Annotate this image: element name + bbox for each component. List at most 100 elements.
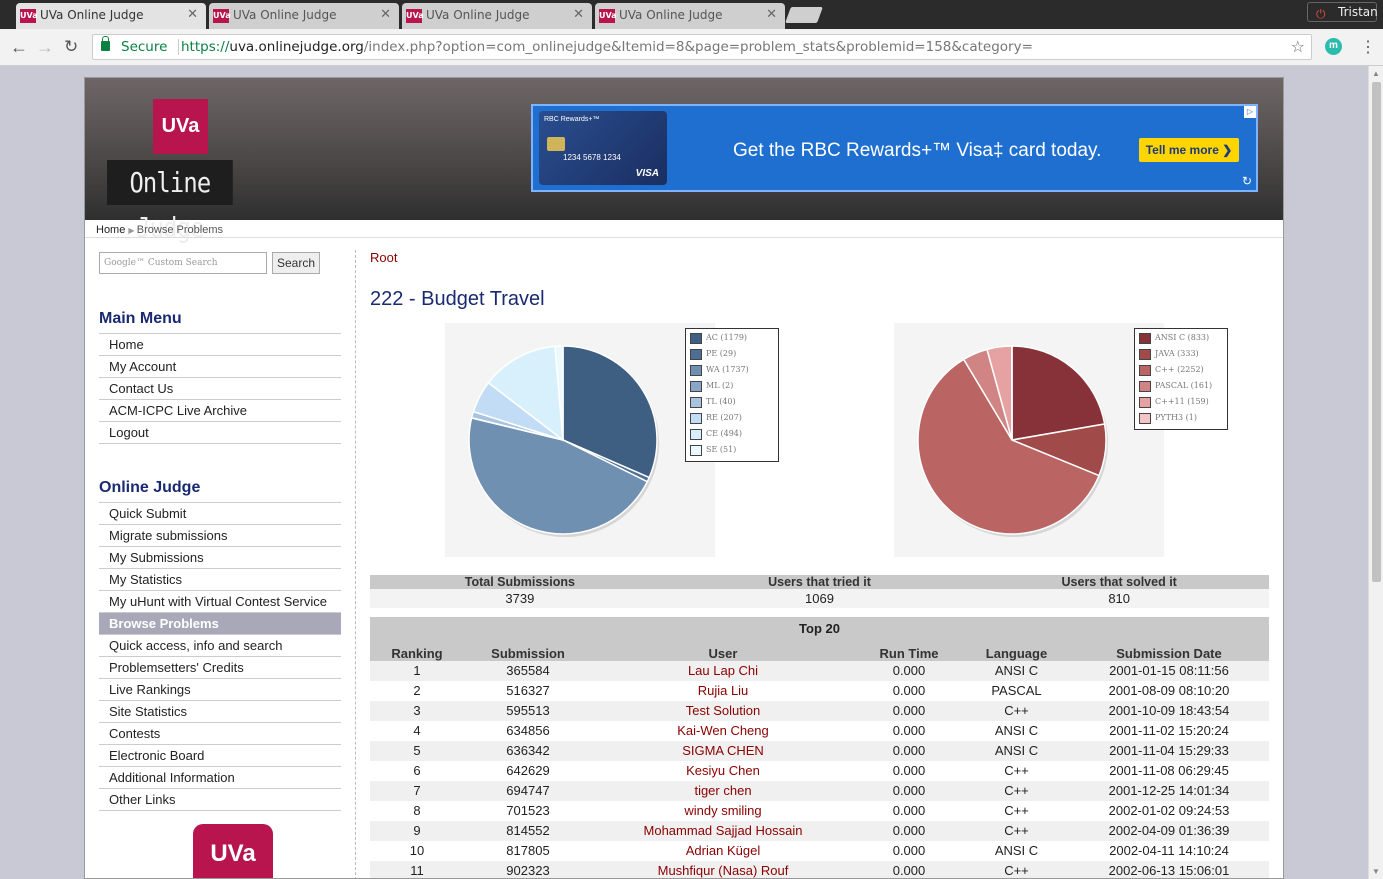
ad-refresh-icon[interactable]: ↻: [1242, 174, 1252, 188]
close-tab-icon[interactable]: ✕: [380, 7, 391, 22]
scrollbar-thumb[interactable]: [1372, 82, 1381, 582]
site-header: UVa Online Judge RBC Rewards+™ 1234 5678…: [85, 78, 1283, 244]
stats-header-row: Total Submissions Users that tried it User…: [370, 575, 1269, 589]
close-tab-icon[interactable]: ✕: [187, 7, 198, 22]
table-cell: 0.000: [892, 763, 926, 778]
menu-item-my-account[interactable]: My Account: [99, 356, 341, 378]
profile-button[interactable]: ⏻ Tristan: [1307, 2, 1378, 22]
menu-item-my-statistics[interactable]: My Statistics: [99, 569, 341, 591]
menu-item-additional-information[interactable]: Additional Information: [99, 767, 341, 789]
user-link[interactable]: Kesiyu Chen: [592, 761, 854, 781]
legend-swatch: [690, 380, 702, 392]
menu-item-other-links[interactable]: Other Links: [99, 789, 341, 811]
online-judge-logo[interactable]: Online Judge: [107, 160, 233, 244]
online-judge-menu-list: Quick Submit Migrate submissions My Submis…: [99, 502, 341, 811]
extension-icon[interactable]: m: [1325, 38, 1342, 55]
table-cell: 2002-01-02 09:24:53: [1108, 803, 1230, 818]
browser-tab[interactable]: UVa UVa Online Judge ✕: [16, 3, 206, 29]
uva-bottom-logo[interactable]: UVa: [193, 824, 273, 878]
menu-item-contact-us[interactable]: Contact Us: [99, 378, 341, 400]
stats-header-cell: Total Submissions: [464, 575, 575, 589]
top20-header-row: Ranking Submission User Run Time Language Sub…: [370, 643, 1269, 661]
breadcrumb-home[interactable]: Home: [96, 224, 125, 236]
menu-item-problemsetters-credits[interactable]: Problemsetters' Credits: [99, 657, 341, 679]
table-row: 6 642629 Kesiyu Chen 0.000 C++ 2001-11-08 06:…: [370, 761, 1269, 781]
table-row: 4 634856 Kai-Wen Cheng 0.000 ANSI C 2001-11-0…: [370, 721, 1269, 741]
table-cell: ANSI C: [994, 663, 1039, 678]
stats-value-cell: 810: [1108, 591, 1131, 606]
table-cell: 2002-04-11 14:10:24: [1109, 843, 1229, 858]
table-cell: 10: [409, 843, 425, 858]
ad-info-icon[interactable]: ▷: [1244, 106, 1256, 118]
url-path: /index.php?option=com_onlinejudge&Itemid…: [363, 39, 1033, 55]
menu-item-home[interactable]: Home: [99, 334, 341, 356]
browser-tab[interactable]: UVa UVa Online Judge ✕: [402, 3, 592, 29]
table-cell: C++: [1004, 763, 1029, 778]
close-tab-icon[interactable]: ✕: [766, 7, 777, 22]
menu-item-logout[interactable]: Logout: [99, 422, 341, 444]
legend-swatch: [690, 332, 702, 344]
breadcrumb-current: Browse Problems: [136, 224, 223, 236]
menu-item-live-rankings[interactable]: Live Rankings: [99, 679, 341, 701]
breadcrumb-divider: [85, 237, 1283, 238]
table-cell: 8: [413, 803, 421, 818]
browser-tab-bar: UVa UVa Online Judge ✕ UVa UVa Online Judge ✕…: [0, 0, 1383, 29]
browser-tab[interactable]: UVa UVa Online Judge ✕: [595, 3, 785, 29]
table-cell: 4: [413, 723, 421, 738]
table-cell: 642629: [506, 763, 550, 778]
user-link[interactable]: Test Solution: [592, 701, 854, 721]
user-link[interactable]: windy smiling: [592, 801, 854, 821]
advertisement-banner[interactable]: RBC Rewards+™ 1234 5678 1234 VISA Get th…: [531, 104, 1258, 192]
close-tab-icon[interactable]: ✕: [573, 7, 584, 22]
menu-item-quick-access-info-and-search[interactable]: Quick access, info and search: [99, 635, 341, 657]
search-input[interactable]: Google™ Custom Search: [99, 252, 267, 274]
root-link[interactable]: Root: [370, 250, 397, 265]
uva-favicon-icon: UVa: [20, 9, 38, 23]
ad-cta-button[interactable]: Tell me more ❯: [1139, 138, 1239, 162]
table-cell: 701523: [506, 803, 550, 818]
menu-item-migrate-submissions[interactable]: Migrate submissions: [99, 525, 341, 547]
bookmark-star-icon[interactable]: ☆: [1291, 35, 1305, 59]
legend-item: C++ (2252): [1139, 363, 1223, 379]
menu-item-acm-icpc-live-archive[interactable]: ACM-ICPC Live Archive: [99, 400, 341, 422]
legend-item: ML (2): [690, 379, 774, 395]
user-link[interactable]: Mohammad Sajjad Hossain: [592, 821, 854, 841]
url-input[interactable]: Secure https://uva.onlinejudge.org/index…: [92, 34, 1312, 60]
browser-tab[interactable]: UVa UVa Online Judge ✕: [209, 3, 399, 29]
table-cell: 0.000: [892, 723, 926, 738]
legend-item: ANSI C (833): [1139, 331, 1223, 347]
table-cell: 0.000: [892, 863, 926, 878]
back-arrow-icon[interactable]: ←: [10, 37, 28, 58]
user-link[interactable]: Mushfiqur (Nasa) Rouf: [592, 861, 854, 878]
user-link[interactable]: tiger chen: [592, 781, 854, 801]
forward-arrow-icon[interactable]: →: [36, 37, 54, 58]
uva-favicon-icon: UVa: [213, 9, 231, 23]
user-link[interactable]: Lau Lap Chi: [592, 661, 854, 681]
menu-item-electronic-board[interactable]: Electronic Board: [99, 745, 341, 767]
top20-header-cell: Submission: [491, 646, 565, 661]
new-tab-button[interactable]: [785, 7, 823, 23]
menu-item-quick-submit[interactable]: Quick Submit: [99, 503, 341, 525]
menu-item-contests[interactable]: Contests: [99, 723, 341, 745]
reload-icon[interactable]: ↻: [64, 37, 78, 57]
legend-item: SE (51): [690, 443, 774, 459]
menu-item-browse-problems[interactable]: Browse Problems: [99, 613, 341, 635]
page-scrollbar[interactable]: ▲ ▼: [1368, 66, 1383, 879]
user-link[interactable]: Rujia Liu: [592, 681, 854, 701]
table-cell: 2001-11-04 15:29:33: [1109, 743, 1229, 758]
user-link[interactable]: SIGMA CHEN: [592, 741, 854, 761]
menu-item-site-statistics[interactable]: Site Statistics: [99, 701, 341, 723]
legend-label: AC (1179): [706, 333, 748, 342]
search-button[interactable]: Search: [272, 252, 320, 274]
table-cell: 0.000: [892, 843, 926, 858]
user-link[interactable]: Kai-Wen Cheng: [592, 721, 854, 741]
scroll-down-icon[interactable]: ▼: [1372, 867, 1380, 876]
menu-item-my-submissions[interactable]: My Submissions: [99, 547, 341, 569]
table-cell: ANSI C: [994, 723, 1039, 738]
user-link[interactable]: Adrian Kügel: [592, 841, 854, 861]
browser-menu-icon[interactable]: ⋮: [1360, 37, 1376, 57]
menu-item-my-uhunt-with-virtual-contest-service[interactable]: My uHunt with Virtual Contest Service: [99, 591, 341, 613]
uva-logo[interactable]: UVa: [153, 99, 208, 154]
table-row: 2 516327 Rujia Liu 0.000 PASCAL 2001-08-09 08…: [370, 681, 1269, 701]
scroll-up-icon[interactable]: ▲: [1372, 69, 1380, 78]
